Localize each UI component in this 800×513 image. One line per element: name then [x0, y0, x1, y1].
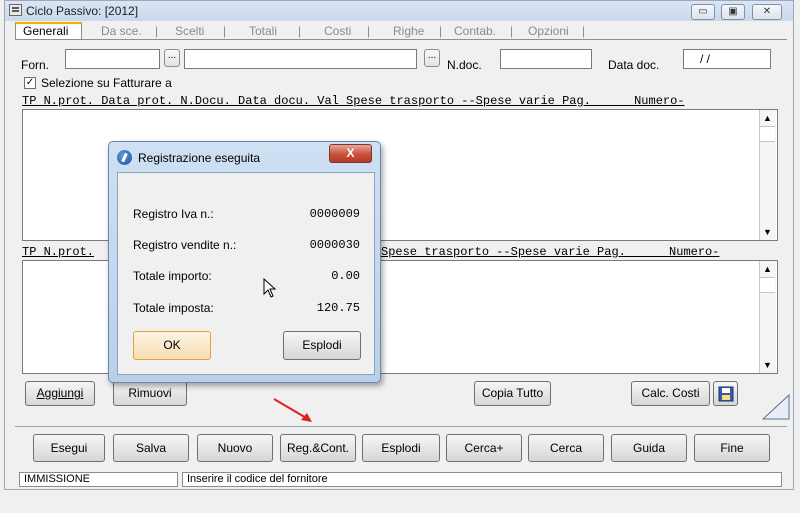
maximize-button[interactable]: ▣: [721, 4, 745, 20]
tab-separator: |: [223, 24, 227, 38]
dialog-esplodi-button[interactable]: Esplodi: [283, 331, 361, 360]
grid1-header: TP N.prot. Data prot. N.Docu. Data docu.…: [22, 94, 685, 108]
tab-righe[interactable]: Righe: [393, 22, 424, 40]
fine-button[interactable]: Fine: [694, 434, 770, 462]
totale-imposta-value: 120.75: [316, 301, 360, 315]
guida-button[interactable]: Guida: [611, 434, 687, 462]
data-doc-label: Data doc.: [608, 58, 660, 72]
minimize-button[interactable]: ▭: [691, 4, 715, 20]
rimuovi-button[interactable]: Rimuovi: [113, 381, 187, 406]
resize-grip-icon: [762, 394, 790, 420]
tab-separator: |: [582, 24, 586, 38]
ndoc-field[interactable]: [500, 49, 592, 69]
registro-iva-value: 0000009: [309, 207, 360, 221]
ndoc-lookup-button[interactable]: ...: [424, 49, 440, 67]
grid2-header-left: TP N.prot.: [22, 245, 95, 259]
status-message: Inserire il codice del fornitore: [182, 472, 782, 487]
tab-separator: |: [298, 24, 302, 38]
info-icon: [117, 150, 132, 165]
grid1-scrollbar[interactable]: ▲ ▼: [759, 110, 776, 240]
tab-da-sce[interactable]: Da sce.: [101, 22, 142, 40]
scroll-down-icon[interactable]: ▼: [760, 357, 775, 373]
totale-importo-value: 0.00: [331, 269, 360, 283]
ndoc-label: N.doc.: [447, 58, 482, 72]
calc-costi-button[interactable]: Calc. Costi: [631, 381, 710, 406]
tab-opzioni[interactable]: Opzioni: [528, 22, 569, 40]
esegui-button[interactable]: Esegui: [33, 434, 105, 462]
scroll-thumb[interactable]: [760, 126, 775, 142]
status-mode: IMMISSIONE: [19, 472, 178, 487]
scroll-up-icon[interactable]: ▲: [760, 110, 775, 126]
grid2-scrollbar[interactable]: ▲ ▼: [759, 261, 776, 373]
cerca-plus-button[interactable]: Cerca+: [446, 434, 522, 462]
app-icon: [9, 4, 22, 16]
cerca-button[interactable]: Cerca: [528, 434, 604, 462]
esplodi-button[interactable]: Esplodi: [362, 434, 440, 462]
scroll-up-icon[interactable]: ▲: [760, 261, 775, 277]
tab-contab[interactable]: Contab.: [454, 22, 496, 40]
annotation-arrow-icon: [273, 398, 312, 422]
aggiungi-button[interactable]: Aggiungi: [25, 381, 95, 406]
registro-iva-label: Registro Iva n.:: [133, 207, 214, 221]
tab-scelti[interactable]: Scelti: [175, 22, 204, 40]
tab-separator: |: [155, 24, 159, 38]
bottom-divider: [15, 426, 787, 427]
close-button[interactable]: ✕: [752, 4, 782, 20]
dialog-close-button[interactable]: X: [329, 144, 372, 163]
scroll-thumb[interactable]: [760, 277, 775, 293]
registro-vendite-value: 0000030: [309, 238, 360, 252]
floppy-icon: [718, 386, 733, 402]
totale-importo-label: Totale importo:: [133, 269, 212, 283]
ok-button[interactable]: OK: [133, 331, 211, 360]
tab-separator: |: [367, 24, 371, 38]
tab-underline: [15, 39, 787, 40]
totale-imposta-label: Totale imposta:: [133, 301, 214, 315]
forn-code-field[interactable]: [65, 49, 160, 69]
tab-separator: |: [439, 24, 443, 38]
tab-separator: |: [510, 24, 514, 38]
forn-lookup-button[interactable]: ...: [164, 49, 180, 67]
copia-tutto-button[interactable]: Copia Tutto: [474, 381, 551, 406]
scroll-down-icon[interactable]: ▼: [760, 224, 775, 240]
save-icon-button[interactable]: [713, 381, 738, 406]
selezione-label: Selezione su Fatturare a: [41, 76, 172, 90]
forn-label: Forn.: [21, 58, 50, 72]
salva-button[interactable]: Salva: [113, 434, 189, 462]
tab-costi[interactable]: Costi: [324, 22, 351, 40]
selezione-checkbox[interactable]: ✓: [24, 77, 36, 89]
forn-name-field[interactable]: [184, 49, 417, 69]
tab-totali[interactable]: Totali: [249, 22, 277, 40]
data-doc-field[interactable]: [683, 49, 771, 69]
registro-vendite-label: Registro vendite n.:: [133, 238, 237, 252]
dialog-title: Registrazione eseguita: [138, 151, 261, 165]
nuovo-button[interactable]: Nuovo: [197, 434, 273, 462]
mouse-cursor-icon: [263, 278, 277, 298]
reg-cont-button[interactable]: Reg.&Cont.: [280, 434, 356, 462]
grid2-header-right: Spese trasporto --Spese varie Pag. Numer…: [381, 245, 720, 259]
tab-generali[interactable]: Generali: [15, 22, 82, 40]
window-title: Ciclo Passivo: [2012]: [26, 4, 139, 18]
